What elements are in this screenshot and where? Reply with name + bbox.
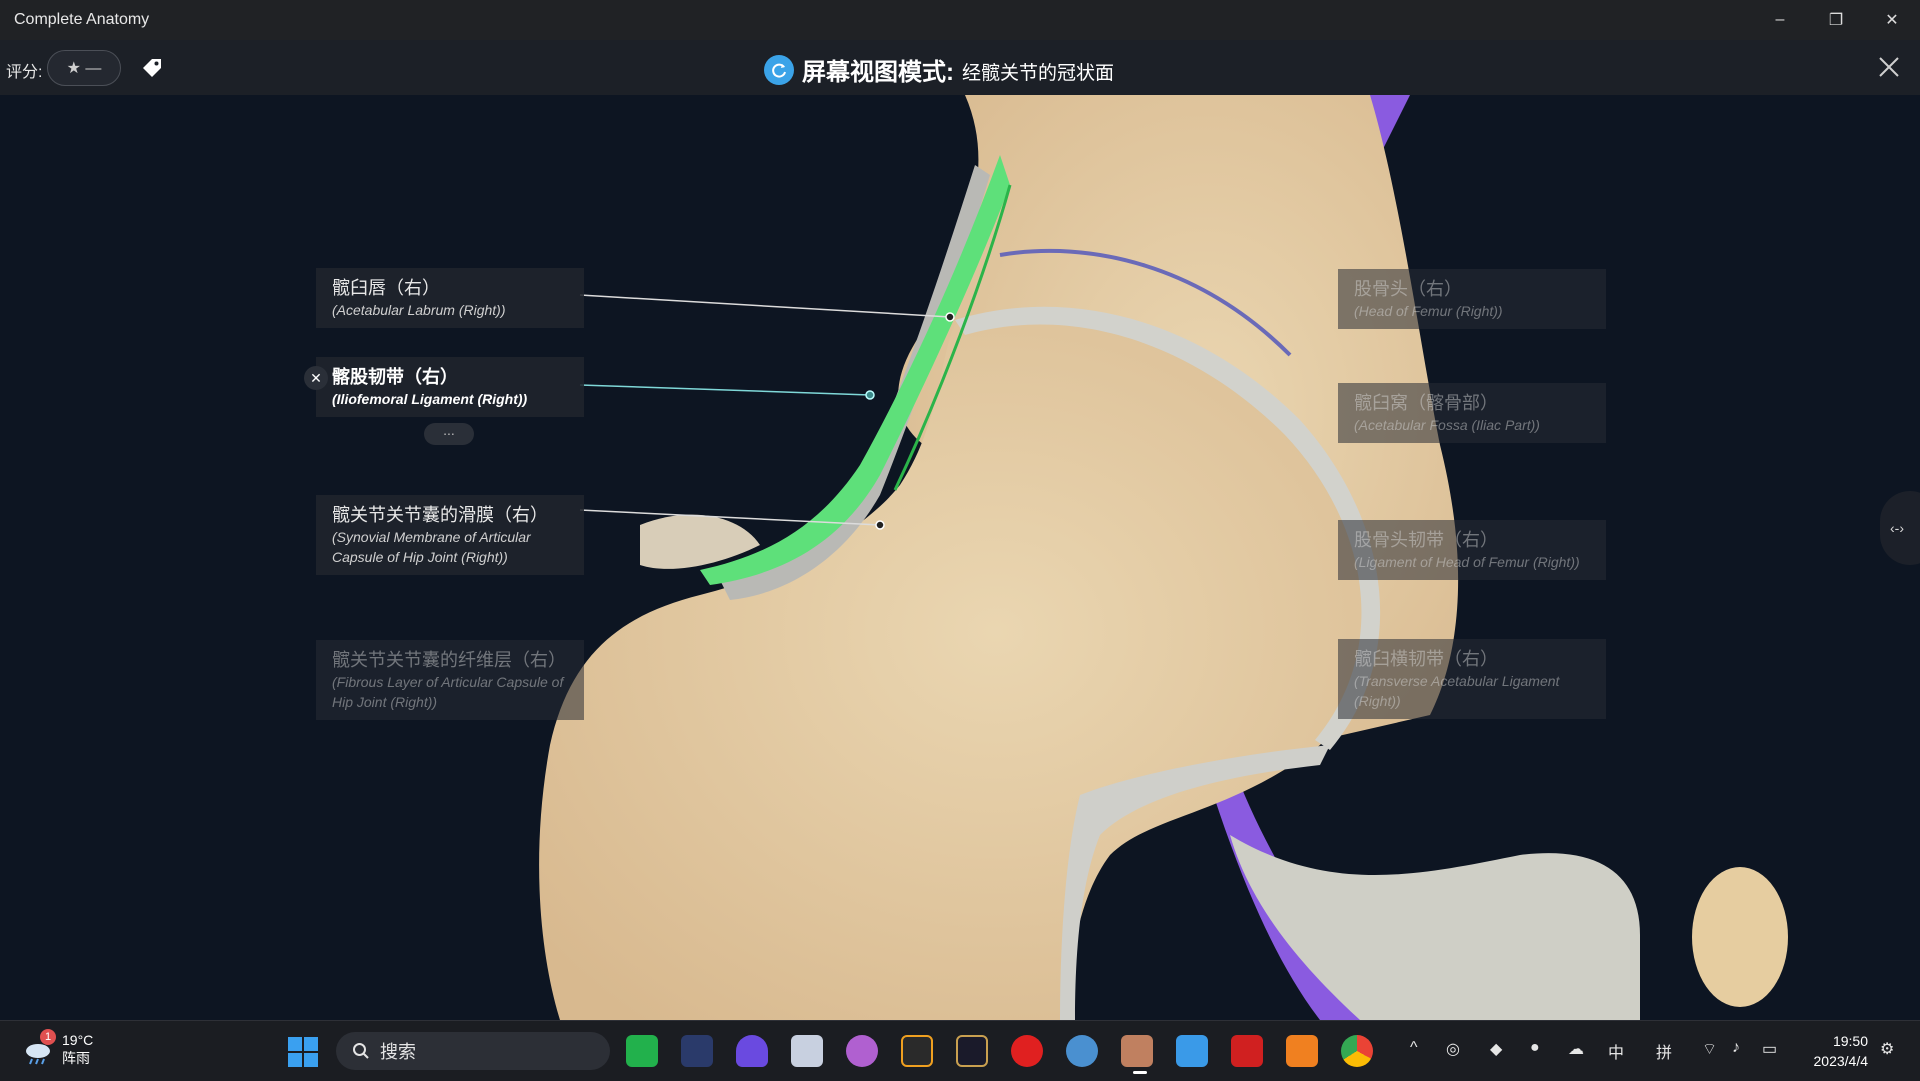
label-ligament-head-femur[interactable]: 股骨头韧带（右） (Ligament of Head of Femur (Rig… — [1338, 520, 1606, 580]
pdf-icon[interactable] — [1231, 1035, 1263, 1067]
side-panel-handle[interactable]: ‹-› — [1880, 491, 1920, 565]
label-zh: 髋臼唇（右） — [332, 278, 440, 298]
label-iliofemoral-ligament[interactable]: 髂股韧带（右） (Iliofemoral Ligament (Right)) — [316, 357, 584, 417]
screen-view-mode: 屏幕视图模式: 经髋关节的冠状面 — [764, 52, 1114, 87]
anatomy-viewport[interactable]: 髋臼唇（右） (Acetabular Labrum (Right)) 髂股韧带（… — [0, 95, 1920, 1020]
label-zh: 髋关节关节囊的纤维层（右） — [332, 650, 566, 670]
label-close-button[interactable]: ✕ — [304, 366, 328, 390]
mode-subtitle: 经髋关节的冠状面 — [962, 63, 1115, 84]
rating-button[interactable]: ★ — — [47, 50, 121, 86]
label-en: (Acetabular Labrum (Right)) — [332, 302, 506, 318]
mode-title: 屏幕视图模式: — [802, 59, 954, 86]
tray-overflow-icon[interactable]: ^ — [1410, 1039, 1418, 1057]
refresh-icon[interactable] — [764, 54, 794, 85]
label-zh: 股骨头韧带（右） — [1354, 530, 1498, 550]
clock-date: 2023/4/4 — [1813, 1053, 1869, 1069]
tray-icon-1[interactable]: ◎ — [1446, 1039, 1460, 1059]
label-en: (Synovial Membrane of Articular Capsule … — [332, 529, 531, 565]
label-en: (Iliofemoral Ligament (Right)) — [332, 391, 528, 407]
cut-bone-section — [1692, 867, 1788, 1007]
app-icon-6[interactable] — [901, 1035, 933, 1067]
ime-indicator[interactable]: 中 — [1608, 1039, 1624, 1063]
label-head-of-femur[interactable]: 股骨头（右） (Head of Femur (Right)) — [1338, 269, 1606, 329]
app-icon-anatomy[interactable] — [1121, 1035, 1153, 1067]
rating-label: 评分: — [6, 64, 43, 81]
weather-temp: 19°C — [62, 1032, 94, 1048]
label-transverse-acetabular[interactable]: 髋臼横韧带（右） (Transverse Acetabular Ligament… — [1338, 639, 1606, 719]
label-fibrous-layer[interactable]: 髋关节关节囊的纤维层（右） (Fibrous Layer of Articula… — [316, 640, 584, 720]
app-icon-8[interactable] — [1011, 1035, 1043, 1067]
app-title: Complete Anatomy — [14, 11, 150, 28]
label-acetabular-fossa[interactable]: 髋臼窝（髂骨部） (Acetabular Fossa (Iliac Part)) — [1338, 383, 1606, 443]
cloud-icon[interactable]: ☁ — [1568, 1039, 1584, 1059]
app-icon-12[interactable] — [1286, 1035, 1318, 1067]
weather-widget[interactable]: 1 19°C 阵雨 — [22, 1029, 94, 1067]
taskbar-clock[interactable]: 19:50 2023/4/4 — [1800, 1031, 1869, 1071]
volume-icon[interactable]: ♪ — [1732, 1039, 1740, 1057]
tray-icon-2[interactable]: ◆ — [1490, 1039, 1502, 1059]
close-window-button[interactable]: ✕ — [1864, 0, 1920, 40]
label-acetabular-labrum[interactable]: 髋臼唇（右） (Acetabular Labrum (Right)) — [316, 268, 584, 328]
label-en: (Acetabular Fossa (Iliac Part)) — [1354, 417, 1540, 433]
chrome-icon[interactable] — [1341, 1035, 1373, 1067]
weather-badge: 1 — [40, 1029, 56, 1045]
window-controls: – ❐ ✕ — [1752, 0, 1920, 40]
label-en: (Head of Femur (Right)) — [1354, 303, 1503, 319]
close-view-icon[interactable] — [1876, 54, 1902, 80]
taskbar-search[interactable]: 搜索 — [336, 1032, 610, 1070]
label-synovial-membrane[interactable]: 髋关节关节囊的滑膜（右） (Synovial Membrane of Artic… — [316, 495, 584, 575]
femur-head[interactable] — [539, 313, 1371, 1020]
tray-icon-3[interactable]: ● — [1530, 1039, 1540, 1057]
app-toolbar: 评分: ★ — 屏幕视图模式: 经髋关节的冠状面 — [0, 40, 1920, 95]
app-icon-10[interactable] — [1176, 1035, 1208, 1067]
leader-line-labrum — [579, 294, 951, 318]
app-icon-7[interactable] — [956, 1035, 988, 1067]
notification-icon[interactable]: ⚙ — [1880, 1039, 1894, 1059]
app-icon-2[interactable] — [681, 1035, 713, 1067]
restore-button[interactable]: ❐ — [1808, 0, 1864, 40]
pin-synovial[interactable] — [875, 520, 885, 530]
tag-icon[interactable] — [140, 56, 164, 80]
ime-mode[interactable]: 拼 — [1656, 1039, 1672, 1063]
label-zh: 髂股韧带（右） — [332, 367, 458, 387]
wifi-icon[interactable]: ⌔ — [1702, 1039, 1717, 1059]
label-zh: 股骨头（右） — [1354, 279, 1462, 299]
label-zh: 髋关节关节囊的滑膜（右） — [332, 505, 548, 525]
windows-taskbar: 1 19°C 阵雨 搜索 ^ ◎ ◆ ● ☁ 中 拼 ⌔ ♪ ▭ 19:50 2… — [0, 1020, 1920, 1081]
label-zh: 髋臼横韧带（右） — [1354, 649, 1498, 669]
label-en: (Fibrous Layer of Articular Capsule of H… — [332, 674, 564, 710]
pin-labrum[interactable] — [945, 312, 955, 322]
app-icon-1[interactable] — [626, 1035, 658, 1067]
start-button[interactable] — [288, 1037, 318, 1067]
window-titlebar: Complete Anatomy – ❐ ✕ — [0, 0, 1920, 40]
femoral-shaft-section — [1230, 835, 1640, 1020]
clock-time: 19:50 — [1832, 1033, 1868, 1049]
pin-iliofemoral[interactable] — [865, 390, 875, 400]
label-en: (Transverse Acetabular Ligament (Right)) — [1354, 673, 1560, 709]
rain-cloud-icon: 1 — [22, 1029, 56, 1065]
label-zh: 髋臼窝（髂骨部） — [1354, 393, 1498, 413]
search-placeholder: 搜索 — [380, 1042, 416, 1062]
hip-joint-coronal-section[interactable] — [0, 95, 1920, 1020]
app-icon-3[interactable] — [736, 1035, 768, 1067]
active-app-indicator — [1133, 1071, 1147, 1074]
weather-desc: 阵雨 — [62, 1050, 90, 1066]
leader-line-iliofemoral — [579, 384, 871, 396]
settings-icon[interactable] — [1066, 1035, 1098, 1067]
app-icon-5[interactable] — [846, 1035, 878, 1067]
label-en: (Ligament of Head of Femur (Right)) — [1354, 554, 1580, 570]
search-icon — [353, 1043, 369, 1059]
label-more-button[interactable]: ... — [424, 423, 474, 445]
minimize-button[interactable]: – — [1752, 0, 1808, 40]
app-icon-4[interactable] — [791, 1035, 823, 1067]
battery-icon[interactable]: ▭ — [1762, 1039, 1777, 1059]
